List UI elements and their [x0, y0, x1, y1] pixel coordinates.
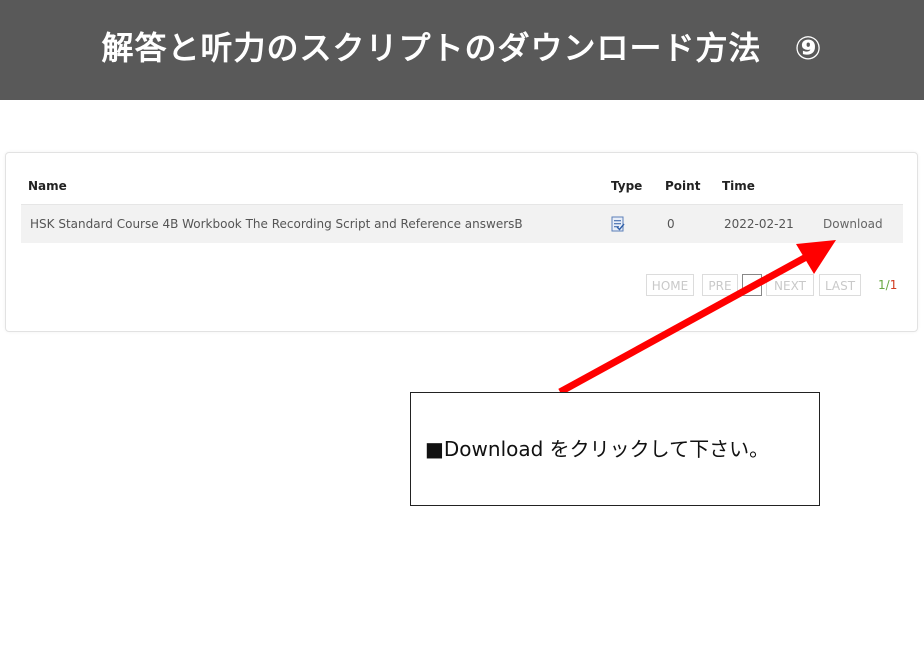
download-link[interactable]: Download [823, 205, 883, 243]
pagination-current-page-button[interactable] [742, 274, 762, 296]
instruction-callout: ■Download をクリックして下さい。 [410, 392, 820, 506]
page-count: 1/1 [878, 274, 897, 296]
header-bar: 解答と听力のスクリプトのダウンロード方法 ⑨ [0, 0, 924, 100]
column-header-name: Name [28, 179, 67, 193]
column-header-time: Time [722, 179, 755, 193]
pagination-last-button[interactable]: LAST [819, 274, 861, 296]
pagination-home-button[interactable]: HOME [646, 274, 694, 296]
table-row: HSK Standard Course 4B Workbook The Reco… [21, 204, 903, 243]
instruction-text: ■Download をクリックして下さい。 [425, 437, 770, 461]
column-header-type: Type [611, 179, 643, 193]
downloads-panel: Name Type Point Time HSK Standard Course… [5, 152, 918, 332]
document-icon [611, 216, 625, 232]
pagination-next-button[interactable]: NEXT [766, 274, 814, 296]
column-header-point: Point [665, 179, 701, 193]
pagination-prev-button[interactable]: PRE [702, 274, 738, 296]
page-title: 解答と听力のスクリプトのダウンロード方法 ⑨ [101, 29, 823, 67]
file-name: HSK Standard Course 4B Workbook The Reco… [30, 217, 523, 231]
file-time: 2022-02-21 [724, 217, 794, 231]
file-point: 0 [667, 217, 675, 231]
page-total: 1 [889, 278, 898, 292]
page-current: 1 [878, 278, 886, 292]
